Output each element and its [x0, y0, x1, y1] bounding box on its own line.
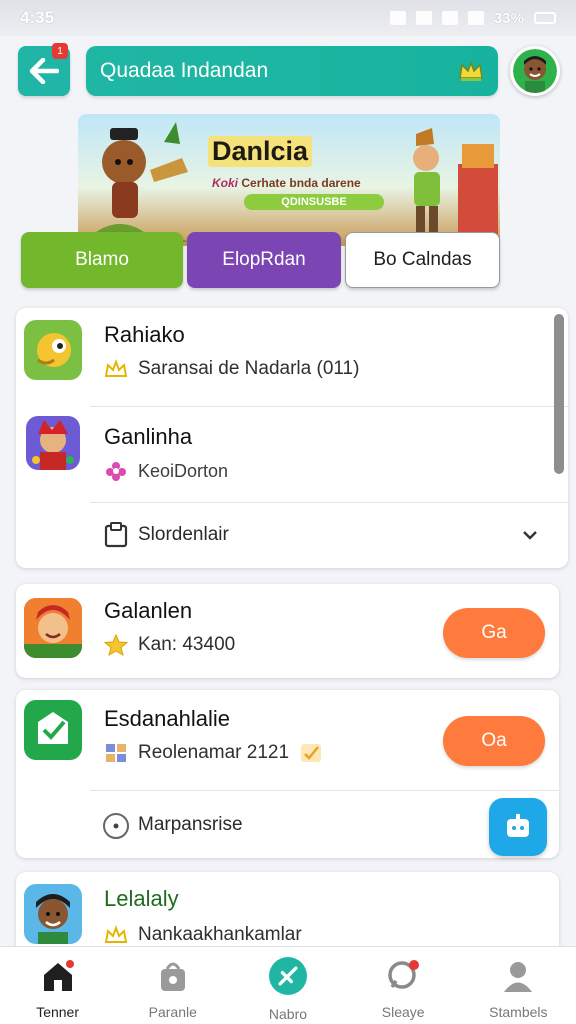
joystick-app-icon: [24, 320, 82, 380]
boy-app-icon: [24, 884, 82, 944]
search-bar[interactable]: Quadaa Indandan: [86, 46, 498, 96]
bottom-nav: Tenner Paranle Nabro Sleaye Stambels: [0, 946, 576, 1024]
wifi-icon: [441, 11, 458, 25]
nav-label: Tenner: [36, 1004, 79, 1020]
boy-character-icon: [413, 128, 498, 244]
banner-subtitle-highlight: Koki: [212, 176, 239, 190]
game-title: Galanlen: [104, 598, 193, 623]
item-title: Rahiako: [104, 322, 185, 347]
home-icon: [43, 960, 74, 991]
avatar-icon: [513, 49, 557, 93]
item-subtitle-text: Saransai de Nadarla (011): [138, 358, 360, 379]
status-icons: 33%: [389, 9, 556, 27]
list-item[interactable]: Rahiako Saransai de Nadarla (011): [16, 308, 568, 406]
banner-cta-button[interactable]: QDINSUSBE: [244, 194, 384, 210]
bag-icon: [160, 962, 185, 991]
bot-icon: [507, 814, 529, 837]
vibrate-icon: [389, 11, 406, 25]
network-icon: [415, 11, 432, 25]
app-detail-card: Esdanahlalie Reolenamar 2121 Oa Marpansr…: [16, 690, 559, 858]
item-subtitle-text: KeoiDorton: [138, 460, 229, 481]
status-time: 4:35: [20, 8, 55, 27]
nav-item-bag[interactable]: Paranle: [123, 959, 223, 1020]
card-footer[interactable]: Marpansrise: [16, 790, 559, 858]
battery-icon: [534, 12, 556, 24]
chat-fab-button[interactable]: [489, 798, 547, 856]
item-subtitle: Reolenamar 2121: [104, 742, 323, 764]
item-title: Lelalaly: [104, 886, 179, 911]
game-subtitle: Kan: 43400: [104, 634, 235, 656]
game-card[interactable]: Galanlen Kan: 43400 Ga: [16, 584, 559, 678]
nav-label: Paranle: [148, 1004, 197, 1020]
compass-icon: [268, 957, 307, 995]
category-blamo-button[interactable]: Blamo: [21, 232, 183, 288]
profile-icon: [504, 962, 533, 992]
nav-label: Sleaye: [381, 1004, 425, 1020]
clipboard-icon: [104, 522, 128, 548]
promo-banner[interactable]: Danlcia Koki Cerhate bnda darene QDINSUS…: [78, 114, 500, 246]
search-label: Quadaa Indandan: [100, 59, 269, 82]
signal-icon: [467, 11, 484, 25]
app-list-card: Rahiako Saransai de Nadarla (011) Ganlin…: [16, 308, 568, 568]
lion-character-icon: [84, 122, 194, 242]
crown-icon[interactable]: [458, 60, 484, 82]
grid-icon: [106, 744, 126, 762]
list-item[interactable]: Ganlinha KeoiDorton: [16, 406, 568, 502]
nav-label: Stambels: [489, 1004, 548, 1020]
flower-icon: [106, 462, 126, 481]
status-bar: 4:35 33%: [0, 0, 576, 36]
game-subtitle-text: Kan: 43400: [138, 634, 236, 655]
item-subtitle-text: Nankaakhankamlar: [138, 924, 302, 945]
crown-icon: [104, 925, 128, 943]
card-footer[interactable]: Slordenlair: [16, 502, 568, 568]
crown-icon: [104, 359, 128, 377]
game-app-icon: [24, 598, 82, 658]
star-icon: [104, 634, 128, 656]
footer-label: Slordenlair: [138, 524, 229, 545]
item-subtitle-text: Reolenamar 2121: [138, 742, 290, 763]
chat-icon: [388, 960, 420, 989]
radio-icon[interactable]: [102, 812, 130, 840]
item-subtitle: Saransai de Nadarla (011): [104, 358, 359, 380]
chevron-down-icon[interactable]: [522, 530, 538, 540]
character-app-icon: [26, 416, 80, 470]
avatar[interactable]: [510, 46, 560, 96]
banner-subtitle-text: Cerhate bnda darene: [241, 176, 361, 190]
battery-percent: 33%: [493, 9, 524, 27]
banner-subtitle: Koki Cerhate bnda darene: [212, 176, 361, 190]
game-play-button[interactable]: Ga: [443, 608, 545, 658]
category-eloprdan-button[interactable]: ElopRdan: [187, 232, 341, 288]
item-title: Esdanahlalie: [104, 706, 230, 731]
notification-badge: 1: [52, 43, 68, 59]
arrow-left-icon: [29, 58, 59, 84]
list-item[interactable]: Esdanahlalie Reolenamar 2121 Oa: [16, 690, 559, 790]
check-badge-icon: [301, 744, 322, 762]
footer-label: Marpansrise: [138, 814, 243, 835]
item-subtitle: KeoiDorton: [104, 460, 228, 482]
scrollbar[interactable]: [554, 314, 564, 474]
back-button[interactable]: 1: [18, 43, 70, 96]
nav-item-profile[interactable]: Stambels: [468, 959, 568, 1020]
item-subtitle: Nankaakhankamlar: [104, 924, 302, 946]
nav-item-chat[interactable]: Sleaye: [353, 959, 453, 1020]
banner-title: Danlcia: [208, 136, 313, 167]
nav-item-home[interactable]: Tenner: [8, 959, 108, 1020]
nav-item-explore[interactable]: Nabro: [238, 957, 338, 1022]
open-button[interactable]: Oa: [443, 716, 545, 766]
category-calndas-button[interactable]: Bo Calndas: [345, 232, 500, 288]
check-app-icon: [24, 700, 82, 760]
item-title: Ganlinha: [104, 424, 193, 449]
nav-label: Nabro: [268, 1006, 308, 1022]
